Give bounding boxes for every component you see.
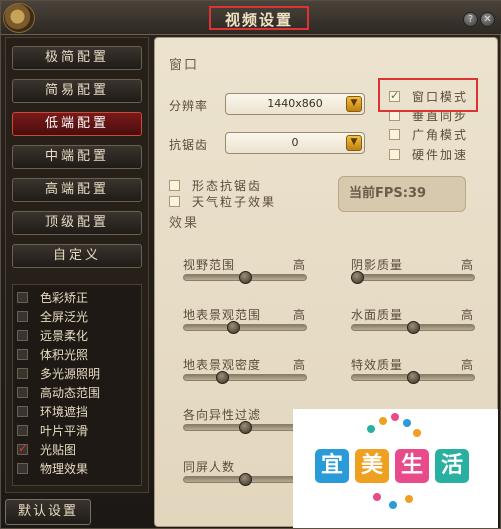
checkbox[interactable]	[17, 311, 28, 322]
effect-ambient-occlusion[interactable]: 环境遮挡	[17, 404, 88, 420]
antialias-dropdown[interactable]: 0 ▼	[225, 132, 365, 154]
question-icon: ?	[467, 14, 474, 25]
close-icon: ✕	[483, 14, 492, 25]
flower-icon	[405, 495, 413, 503]
flower-icon	[391, 413, 399, 421]
checkbox[interactable]	[17, 368, 28, 379]
slider-thumb[interactable]	[407, 321, 420, 334]
preset-button-high[interactable]: 高端配置	[12, 178, 142, 202]
watermark-logo: 宜 美 生 活	[293, 409, 498, 528]
preset-button-custom[interactable]: 自定义	[12, 244, 142, 268]
effects-section-title: 效果	[169, 216, 200, 231]
title-bar[interactable]: 视频设置 ? ✕	[1, 1, 501, 35]
flower-icon	[413, 429, 421, 437]
preset-button-minimal[interactable]: 极简配置	[12, 46, 142, 70]
checkbox[interactable]	[169, 180, 180, 191]
window-mode-checkbox[interactable]: 窗口模式	[389, 88, 468, 105]
checkbox[interactable]	[169, 196, 180, 207]
slider-thumb[interactable]	[407, 371, 420, 384]
watermark-char: 美	[355, 449, 389, 483]
checkbox[interactable]	[17, 425, 28, 436]
resolution-label: 分辨率	[169, 99, 209, 113]
checkbox-checked[interactable]	[17, 440, 28, 456]
flower-icon	[373, 493, 381, 501]
flower-icon	[367, 425, 375, 433]
slider-thumb[interactable]	[239, 421, 252, 434]
checkbox[interactable]	[389, 110, 400, 121]
slider-thumb[interactable]	[239, 271, 252, 284]
help-button[interactable]: ?	[463, 12, 478, 27]
effect-color-correction[interactable]: 色彩矫正	[17, 290, 88, 306]
checkbox[interactable]	[17, 349, 28, 360]
effects-checklist: 色彩矫正 全屏泛光 远景柔化 体积光照 多光源照明 高动态范围 环境遮挡 叶片平…	[12, 284, 142, 486]
preset-button-low[interactable]: 低端配置	[12, 112, 142, 136]
watermark-char: 活	[435, 449, 469, 483]
window-section-title: 窗口	[169, 58, 200, 73]
slider-track[interactable]	[183, 324, 307, 331]
vsync-checkbox[interactable]: 垂直同步	[389, 109, 468, 124]
slider-track[interactable]	[351, 274, 475, 281]
effect-distance-blur[interactable]: 远景柔化	[17, 328, 88, 344]
slider-thumb[interactable]	[216, 371, 229, 384]
effect-volumetric-light[interactable]: 体积光照	[17, 347, 88, 363]
checkbox[interactable]	[17, 330, 28, 341]
checkbox[interactable]	[389, 149, 400, 160]
window-title: 视频设置	[209, 6, 309, 30]
preset-sidebar: 极简配置 简易配置 低端配置 中端配置 高端配置 顶级配置 自定义 色彩矫正 全…	[5, 37, 149, 493]
players-on-screen-slider[interactable]: 同屏人数 高	[183, 458, 307, 488]
flower-icon	[379, 417, 387, 425]
close-button[interactable]: ✕	[480, 12, 495, 27]
shadow-quality-slider[interactable]: 阴影质量 高	[351, 256, 475, 286]
wide-angle-checkbox[interactable]: 广角模式	[389, 128, 468, 143]
effect-multi-light[interactable]: 多光源照明	[17, 366, 100, 382]
checkbox[interactable]	[17, 387, 28, 398]
resolution-value: 1440x860	[267, 97, 323, 110]
watermark-char: 宜	[315, 449, 349, 483]
flower-icon	[403, 419, 411, 427]
game-emblem-icon	[3, 3, 35, 33]
slider-thumb[interactable]	[227, 321, 240, 334]
preset-button-mid[interactable]: 中端配置	[12, 145, 142, 169]
effect-physics[interactable]: 物理效果	[17, 461, 88, 477]
watermark-char: 生	[395, 449, 429, 483]
flower-icon	[389, 501, 397, 509]
antialias-label: 抗锯齿	[169, 138, 209, 152]
terrain-range-slider[interactable]: 地表景观范围 高	[183, 306, 307, 336]
slider-thumb[interactable]	[351, 271, 364, 284]
resolution-dropdown[interactable]: 1440x860 ▼	[225, 93, 365, 115]
double-chevron-down-icon[interactable]: ▼	[346, 96, 362, 112]
checkbox[interactable]	[17, 406, 28, 417]
weather-particles-checkbox[interactable]: 天气粒子效果	[169, 195, 276, 210]
checkbox[interactable]	[389, 129, 400, 140]
hardware-accel-checkbox[interactable]: 硬件加速	[389, 148, 468, 163]
checkbox[interactable]	[17, 292, 28, 303]
double-chevron-down-icon[interactable]: ▼	[346, 135, 362, 151]
effect-lightmap[interactable]: 光贴图	[17, 440, 76, 458]
anisotropic-filter-slider[interactable]: 各向异性过滤 高	[183, 406, 307, 436]
default-settings-button[interactable]: 默认设置	[5, 499, 91, 525]
view-distance-slider[interactable]: 视野范围 高	[183, 256, 307, 286]
checkbox-checked[interactable]	[389, 88, 401, 103]
antialias-value: 0	[291, 136, 299, 149]
terrain-density-slider[interactable]: 地表景观密度 高	[183, 356, 307, 386]
effect-foliage-smoothing[interactable]: 叶片平滑	[17, 423, 88, 439]
preset-button-ultra[interactable]: 顶级配置	[12, 211, 142, 235]
slider-thumb[interactable]	[239, 473, 252, 486]
video-settings-window: 视频设置 ? ✕ 极简配置 简易配置 低端配置 中端配置 高端配置 顶级配置 自…	[0, 0, 501, 529]
fps-display: 当前FPS:39	[338, 176, 466, 212]
water-quality-slider[interactable]: 水面质量 高	[351, 306, 475, 336]
slider-track[interactable]	[183, 374, 307, 381]
effect-fullscreen-bloom[interactable]: 全屏泛光	[17, 309, 88, 325]
preset-button-simple[interactable]: 简易配置	[12, 79, 142, 103]
morphological-aa-checkbox[interactable]: 形态抗锯齿	[169, 179, 262, 194]
effects-quality-slider[interactable]: 特效质量 高	[351, 356, 475, 386]
effect-hdr[interactable]: 高动态范围	[17, 385, 100, 401]
checkbox[interactable]	[17, 463, 28, 474]
